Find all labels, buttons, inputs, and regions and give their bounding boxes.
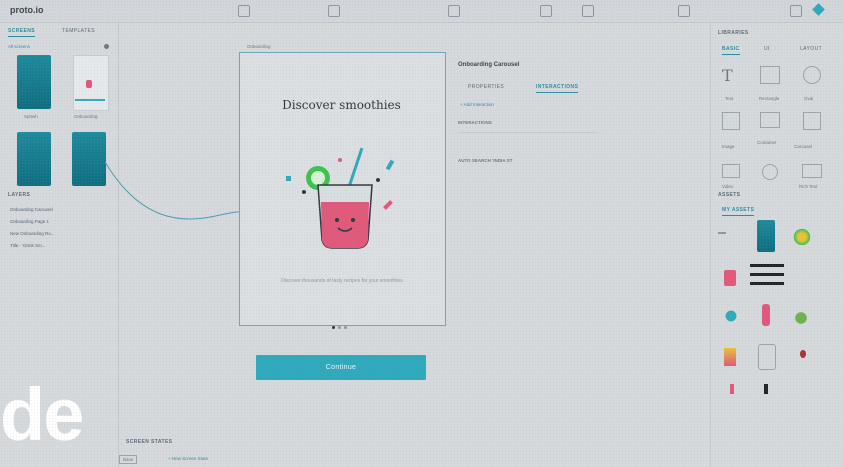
top-toolbar bbox=[0, 0, 843, 23]
smoothie-illustration[interactable] bbox=[280, 140, 410, 260]
asset-menu-icon[interactable] bbox=[750, 262, 784, 288]
page-dot[interactable] bbox=[338, 326, 341, 329]
artboard-caption: Discover thousands of tasty recipes for … bbox=[281, 278, 403, 284]
oval-tool-icon[interactable] bbox=[803, 66, 821, 84]
play-icon[interactable] bbox=[448, 5, 460, 17]
screen-label: Onboarding bbox=[74, 114, 98, 119]
asset-berry-icon[interactable] bbox=[800, 350, 806, 358]
screen-label: Splash bbox=[24, 114, 38, 119]
page-dot[interactable] bbox=[332, 326, 335, 329]
layers-title: LAYERS bbox=[8, 192, 31, 198]
asset-leaves-icon[interactable] bbox=[790, 310, 812, 326]
share-icon[interactable] bbox=[540, 5, 552, 17]
asset-smoothie-icon[interactable] bbox=[724, 270, 736, 286]
add-interaction-button[interactable]: + Add Interaction bbox=[460, 102, 494, 107]
asset-cup-icon[interactable] bbox=[758, 344, 776, 370]
library-item-label: Rectangle bbox=[759, 96, 780, 101]
layer-item[interactable]: Onboarding Carousel bbox=[10, 207, 53, 212]
grid-icon[interactable] bbox=[328, 5, 340, 17]
artboard-title[interactable]: Discover smoothies bbox=[239, 98, 444, 112]
artboard-label: Onboarding bbox=[247, 44, 271, 49]
tab-basic[interactable]: BASIC bbox=[722, 46, 740, 55]
add-screen-state-button[interactable]: + New Screen State bbox=[168, 456, 208, 461]
container-tool-icon[interactable] bbox=[760, 112, 780, 128]
asset-dots-icon[interactable] bbox=[720, 306, 742, 326]
library-item-label: Rich Text bbox=[799, 184, 818, 189]
smoothie-thumb-icon bbox=[86, 80, 92, 88]
settings-icon[interactable] bbox=[678, 5, 690, 17]
interactions-label: INTERACTIONS bbox=[458, 120, 492, 125]
page-dot[interactable] bbox=[344, 326, 347, 329]
video-tool-icon[interactable] bbox=[722, 164, 740, 178]
right-panel bbox=[710, 22, 843, 467]
layer-item[interactable]: Onboarding Page 1 bbox=[10, 219, 49, 224]
tab-ui[interactable]: UI bbox=[764, 46, 770, 52]
screen-selected-indicator bbox=[75, 99, 105, 101]
app-logo[interactable]: proto.io bbox=[10, 5, 44, 15]
layer-item[interactable]: Title - 'Drink Sm... bbox=[10, 243, 45, 248]
asset-small-icon[interactable] bbox=[764, 384, 768, 394]
asset-line-icon[interactable] bbox=[718, 232, 726, 234]
libraries-title: LIBRARIES bbox=[718, 30, 749, 36]
library-item-label: Text bbox=[725, 96, 734, 101]
tab-interactions[interactable]: INTERACTIONS bbox=[536, 84, 579, 93]
state-base-chip[interactable]: Base bbox=[119, 455, 138, 464]
screen-thumb-3[interactable] bbox=[17, 132, 51, 186]
assets-title: ASSETS bbox=[718, 192, 741, 198]
divider bbox=[458, 132, 598, 133]
overlay-text: de bbox=[0, 373, 84, 456]
rich-text-tool-icon[interactable] bbox=[802, 164, 822, 178]
library-item-label: Container bbox=[757, 140, 777, 145]
tab-layout[interactable]: LAYOUT bbox=[800, 46, 822, 52]
asset-screen-thumb[interactable] bbox=[757, 220, 775, 252]
tab-properties[interactable]: PROPERTIES bbox=[468, 84, 504, 90]
image-tool-icon[interactable] bbox=[722, 112, 740, 130]
preview-icon[interactable] bbox=[238, 5, 250, 17]
library-tool-icon[interactable] bbox=[762, 164, 778, 180]
tab-my-assets[interactable]: MY ASSETS bbox=[722, 207, 755, 216]
tab-screens[interactable]: SCREENS bbox=[8, 28, 35, 37]
rectangle-tool-icon[interactable] bbox=[760, 66, 780, 84]
asset-fruit-icon[interactable] bbox=[792, 228, 812, 246]
screen-states-title: SCREEN STATES bbox=[126, 439, 173, 445]
auto-search-label: AUTO SEARCH 'INDIA ST bbox=[458, 158, 513, 163]
carousel-tool-icon[interactable] bbox=[803, 112, 821, 130]
add-screen-icon[interactable] bbox=[104, 44, 109, 49]
tab-templates[interactable]: TEMPLATES bbox=[62, 28, 95, 34]
asset-bottle-icon[interactable] bbox=[762, 304, 770, 326]
comment-icon[interactable] bbox=[582, 5, 594, 17]
continue-button[interactable]: Continue bbox=[256, 355, 426, 380]
screens-filter[interactable]: All screens bbox=[8, 44, 30, 49]
layer-item[interactable]: New Onboarding Ro... bbox=[10, 231, 55, 236]
asset-small-icon[interactable] bbox=[730, 384, 734, 394]
library-item-label: Carousel bbox=[794, 144, 813, 149]
library-item-label: Video bbox=[722, 184, 734, 189]
props-title: Onboarding Carousel bbox=[458, 62, 520, 68]
help-icon[interactable] bbox=[790, 5, 802, 17]
asset-fruit-icon[interactable] bbox=[724, 348, 736, 366]
library-item-label: Oval bbox=[804, 96, 814, 101]
screen-thumb-splash[interactable] bbox=[17, 55, 51, 109]
library-item-label: Image bbox=[722, 144, 735, 149]
text-tool-icon[interactable]: T bbox=[722, 66, 733, 85]
